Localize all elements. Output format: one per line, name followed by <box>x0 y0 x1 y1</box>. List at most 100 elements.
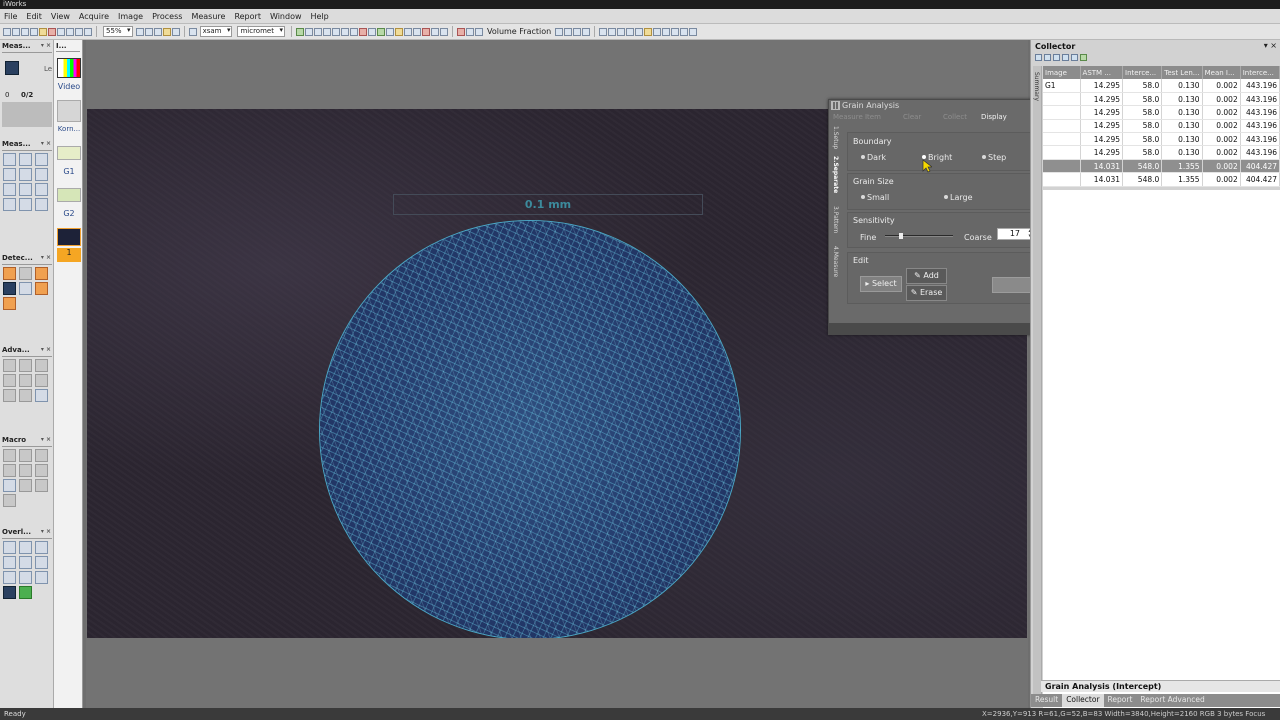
macro-doc-icon[interactable] <box>3 494 16 507</box>
pin-close-icon[interactable]: ▾ × <box>41 528 51 535</box>
table-icon[interactable] <box>412 27 421 36</box>
menu-view[interactable]: View <box>51 12 70 21</box>
overlay-cross-icon[interactable] <box>3 541 16 554</box>
column-header[interactable]: Test Len... <box>1161 66 1203 79</box>
adv-box-icon[interactable] <box>3 389 16 402</box>
pencil-icon[interactable] <box>555 27 564 36</box>
zoom-out-icon[interactable] <box>144 27 153 36</box>
point-tool-icon[interactable] <box>3 153 16 166</box>
layout-icon[interactable] <box>304 27 313 36</box>
pin-close-icon[interactable]: ▾ × <box>41 42 51 49</box>
table-row[interactable]: 14.295 58.0 0.130 0.002 443.196 <box>1043 92 1280 107</box>
column-header[interactable]: ASTM ... <box>1080 66 1124 79</box>
measure-item-button[interactable]: Measure Item <box>833 113 881 121</box>
column-header[interactable]: Mean I... <box>1202 66 1241 79</box>
current-image-thumbnail[interactable] <box>57 228 81 246</box>
menu-measure[interactable]: Measure <box>191 12 225 21</box>
vline-tool-icon[interactable] <box>3 168 16 181</box>
sensitivity-slider-track[interactable] <box>885 235 953 237</box>
detect-info-icon[interactable] <box>3 282 16 295</box>
dialog-title-bar[interactable]: Grain Analysis <box>829 100 1051 111</box>
collector-side-tab[interactable]: Summary <box>1033 66 1042 696</box>
macro-edit-icon[interactable] <box>19 464 32 477</box>
arc-tool-icon[interactable] <box>19 183 32 196</box>
boundary-step-radio[interactable]: Step <box>982 153 1006 162</box>
overlay-mesh-icon[interactable] <box>19 556 32 569</box>
cascade-icon[interactable] <box>322 27 331 36</box>
menu-image[interactable]: Image <box>118 12 143 21</box>
overlay-axis-icon[interactable] <box>19 541 32 554</box>
frame-icon[interactable] <box>367 27 376 36</box>
adv-frame-icon[interactable] <box>19 374 32 387</box>
stack-icon[interactable] <box>582 27 591 36</box>
circle-tool-icon[interactable] <box>3 183 16 196</box>
table-row[interactable]: 14.295 58.0 0.130 0.002 443.196 <box>1043 145 1280 160</box>
adv-bracket-icon[interactable] <box>19 389 32 402</box>
calibration-icon[interactable] <box>188 27 197 36</box>
display-checkbox[interactable]: Display <box>981 113 1007 121</box>
menu-acquire[interactable]: Acquire <box>79 12 109 21</box>
macro-cross-icon[interactable] <box>35 479 48 492</box>
overlay-grid-icon[interactable] <box>3 556 16 569</box>
collector-delete-icon[interactable] <box>1053 54 1060 61</box>
clear-button[interactable]: Clear <box>903 113 921 121</box>
angle-icon[interactable] <box>671 27 680 36</box>
sensitivity-slider-thumb[interactable] <box>899 233 903 239</box>
column-header[interactable]: Interce... <box>1240 66 1280 79</box>
save-icon[interactable] <box>21 27 29 36</box>
overlay-slope-icon[interactable] <box>3 571 16 584</box>
pan-icon[interactable] <box>171 27 180 36</box>
macro-table-icon[interactable] <box>35 464 48 477</box>
unit-y-select[interactable]: micromet <box>237 26 285 37</box>
light-icon[interactable] <box>394 27 403 36</box>
adv-triangle-icon[interactable] <box>35 374 48 387</box>
ellipse-icon[interactable] <box>608 27 617 36</box>
pin-close-icon[interactable]: ▾ × <box>41 254 51 261</box>
paste-icon[interactable] <box>39 27 47 36</box>
grain-size-large-radio[interactable]: Large <box>944 193 973 202</box>
macro-link-icon[interactable] <box>3 449 16 462</box>
detect-region-icon[interactable] <box>35 267 48 280</box>
collector-export-icon[interactable] <box>1080 54 1087 61</box>
line-icon[interactable] <box>653 27 662 36</box>
overlay-globe-icon[interactable] <box>19 586 32 599</box>
measure-panel-header[interactable]: Meas... ▾ × <box>2 42 52 53</box>
current-image-label[interactable]: 1 <box>57 248 81 262</box>
zoom-select[interactable]: 55% <box>103 26 133 37</box>
ruler-icon[interactable] <box>564 27 573 36</box>
parallel-tool-icon[interactable] <box>35 168 48 181</box>
chart-icon[interactable] <box>430 27 439 36</box>
tab-report-advanced[interactable]: Report Advanced <box>1136 694 1208 707</box>
advanced-panel-header[interactable]: Adva... ▾ × <box>2 346 52 357</box>
curve-icon[interactable] <box>662 27 671 36</box>
new-icon[interactable] <box>3 27 11 36</box>
select-button[interactable]: ▸ Select <box>860 276 902 292</box>
open-icon[interactable] <box>12 27 20 36</box>
video-label[interactable]: Video <box>57 82 81 91</box>
table-row-selected[interactable]: 14.031 548.0 1.355 0.002 404.427 <box>1043 159 1280 174</box>
color-icon[interactable] <box>376 27 385 36</box>
histogram-icon[interactable] <box>349 27 358 36</box>
add-button[interactable]: ✎ Add <box>906 268 947 284</box>
macro-frame-icon[interactable] <box>19 449 32 462</box>
menu-edit[interactable]: Edit <box>26 12 42 21</box>
capture-icon[interactable] <box>295 27 304 36</box>
target-icon[interactable] <box>573 27 582 36</box>
point-icon[interactable] <box>635 27 644 36</box>
hline-tool-icon[interactable] <box>35 153 48 166</box>
korn-label[interactable]: Korn... <box>57 125 81 133</box>
measure-icon[interactable] <box>340 27 349 36</box>
table-row[interactable]: 14.031 548.0 1.355 0.002 404.427 <box>1043 172 1280 187</box>
macro-run-icon[interactable] <box>3 479 16 492</box>
measure-line-icon[interactable] <box>5 61 19 75</box>
tab-pattern[interactable]: 3.Pattern <box>832 206 839 233</box>
macro-window-icon[interactable] <box>35 449 48 462</box>
menu-report[interactable]: Report <box>234 12 261 21</box>
detect-target-icon[interactable] <box>19 282 32 295</box>
arrow-icon[interactable] <box>680 27 689 36</box>
table-row[interactable]: 14.295 58.0 0.130 0.002 443.196 <box>1043 119 1280 134</box>
macro-cut-icon[interactable] <box>19 479 32 492</box>
text-icon[interactable] <box>403 27 412 36</box>
g1-label[interactable]: G1 <box>57 167 81 176</box>
zoom-fit-icon[interactable] <box>153 27 162 36</box>
